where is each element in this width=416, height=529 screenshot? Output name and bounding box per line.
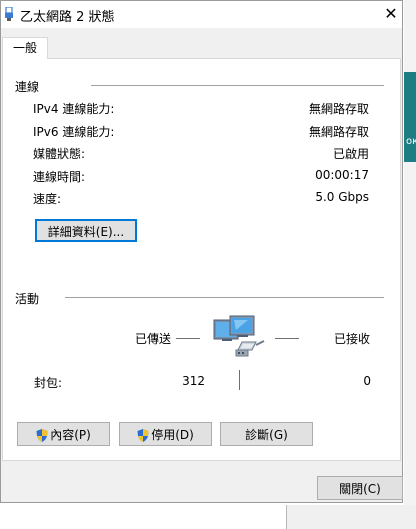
connection-divider [91,85,384,86]
media-state-label: 媒體狀態: [33,147,86,161]
background-panel [286,505,416,529]
status-dialog: 乙太網路 2 狀態 ✕ 一般 連線 IPv4 連線能力: 無網路存取 IPv6 … [0,0,403,503]
ipv6-label: IPv6 連線能力: [33,125,115,139]
close-button[interactable]: 關閉(C) [317,476,403,500]
ethernet-adapter-icon [5,7,13,21]
packets-sent-value: 312 [182,374,205,388]
details-button-label: 詳細資料(E)... [47,225,125,239]
media-state-value: 已啟用 [332,147,369,161]
close-button-label: 關閉(C) [339,482,381,496]
duration-value: 00:00:17 [315,168,369,182]
ipv4-value: 無網路存取 [308,102,369,116]
duration-label: 連線時間: [33,170,86,184]
title-bar: 乙太網路 2 狀態 ✕ [1,1,402,28]
speed-label: 速度: [33,192,62,206]
packets-received-value: 0 [363,374,371,388]
uac-shield-icon [36,429,48,442]
speed-value: 5.0 Gbps [315,190,369,204]
window-title: 乙太網路 2 狀態 [20,10,115,25]
background-text: ок [406,136,416,147]
properties-label: 內容(P) [50,428,91,442]
connection-heading: 連線 [15,78,44,95]
received-line [275,338,299,339]
sent-label: 已傳送 [135,332,172,346]
activity-heading: 活動 [15,290,44,307]
uac-shield-icon [137,429,149,442]
general-panel: 連線 IPv4 連線能力: 無網路存取 IPv6 連線能力: 無網路存取 媒體狀… [2,58,401,461]
background-accent [404,72,416,162]
diagnose-button[interactable]: 診斷(G) [220,422,313,446]
disable-button[interactable]: 停用(D) [119,422,212,446]
properties-button[interactable]: 內容(P) [17,422,110,446]
ipv6-value: 無網路存取 [308,125,369,139]
background-window-edge: ок [404,0,416,529]
sent-line [176,338,200,339]
network-computers-icon [213,315,265,357]
ipv4-label: IPv4 連線能力: [33,102,115,116]
activity-divider [65,297,384,298]
packets-separator [239,370,240,390]
tab-general[interactable]: 一般 [2,37,48,59]
received-label: 已接收 [334,332,371,346]
disable-label: 停用(D) [151,428,194,442]
close-window-button[interactable]: ✕ [379,1,403,28]
diagnose-label: 診斷(G) [245,428,288,442]
details-button[interactable]: 詳細資料(E)... [35,219,137,242]
packets-label: 封包: [34,376,63,390]
